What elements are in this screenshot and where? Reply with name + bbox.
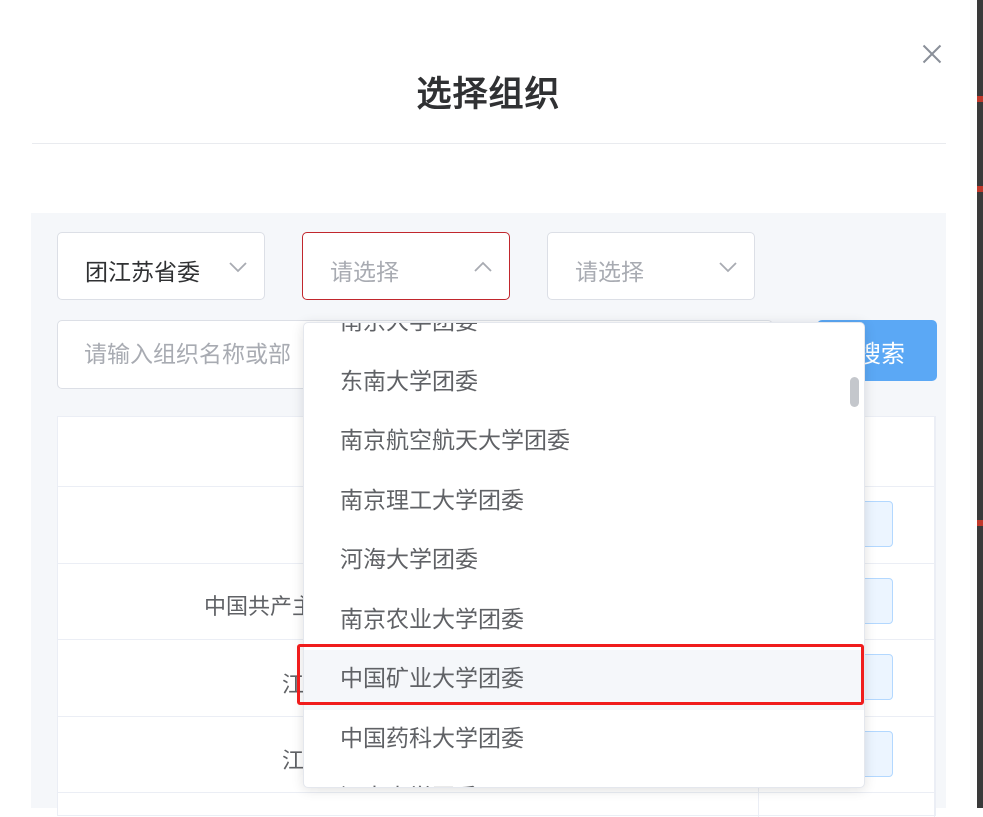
chevron-down-icon — [719, 262, 737, 273]
dropdown-option-list: 南京大学团委 东南大学团委 南京航空航天大学团委 南京理工大学团委 河海大学团委… — [304, 323, 864, 787]
dropdown-option[interactable]: 南京大学团委 — [304, 323, 864, 353]
dropdown-option[interactable]: 东南大学团委 — [304, 353, 864, 413]
background-mark — [977, 96, 983, 102]
school-select[interactable]: 请选择 — [302, 232, 510, 300]
table-col-divider — [934, 417, 935, 817]
title-divider — [32, 143, 946, 144]
close-icon[interactable] — [918, 40, 946, 68]
table-cell: 中国共产主 — [204, 595, 315, 620]
chevron-up-icon — [474, 261, 492, 272]
dropdown-option[interactable]: 河海大学团委 — [304, 531, 864, 591]
table-row-divider — [58, 792, 935, 793]
dropdown-option[interactable]: 南京农业大学团委 — [304, 591, 864, 651]
dropdown-option[interactable]: 南京理工大学团委 — [304, 472, 864, 532]
table-cell: 江 — [282, 749, 305, 774]
dropdown-option[interactable]: 江南大学团委 — [304, 769, 864, 787]
school-select-dropdown: 南京大学团委 东南大学团委 南京航空航天大学团委 南京理工大学团委 河海大学团委… — [303, 322, 865, 788]
background-window-edge — [977, 0, 983, 808]
dialog-title: 选择组织 — [416, 75, 561, 115]
dropdown-scrollbar[interactable] — [850, 377, 859, 407]
school-select-placeholder: 请选择 — [330, 260, 399, 286]
province-select-value: 团江苏省委 — [85, 260, 200, 286]
background-mark — [977, 186, 983, 192]
level3-select[interactable]: 请选择 — [547, 232, 755, 300]
province-select[interactable]: 团江苏省委 — [57, 232, 265, 300]
dropdown-option[interactable]: 中国药科大学团委 — [304, 710, 864, 770]
dropdown-option-hovered[interactable]: 中国矿业大学团委 — [304, 650, 864, 710]
level3-select-placeholder: 请选择 — [575, 260, 644, 286]
table-cell: 江 — [282, 673, 305, 698]
background-mark — [977, 520, 983, 526]
chevron-down-icon — [229, 262, 247, 273]
dropdown-option[interactable]: 南京航空航天大学团委 — [304, 412, 864, 472]
